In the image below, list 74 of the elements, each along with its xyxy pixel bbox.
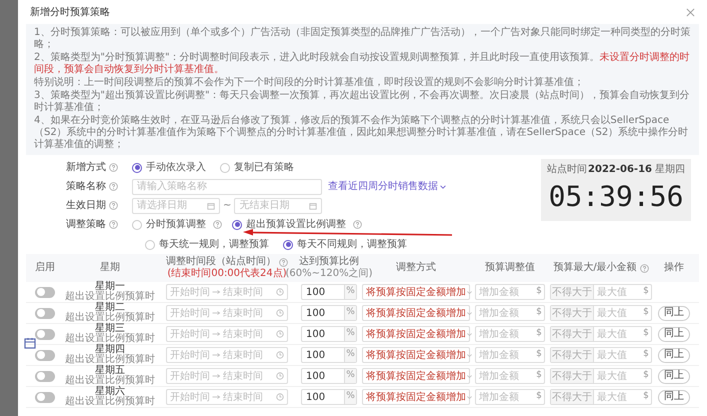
- weekday-label: 星期四: [95, 345, 125, 355]
- column-header: 星期: [100, 262, 120, 274]
- radio-label[interactable]: 分时预算调整: [146, 217, 206, 232]
- amount-field[interactable]: 增加金额 $: [475, 389, 545, 405]
- field-label: 策略名称: [66, 180, 106, 194]
- same-as-above-button[interactable]: 同上: [658, 306, 690, 320]
- amount-field[interactable]: 增加金额 $: [475, 368, 545, 384]
- weekday-label: 星期六: [95, 387, 125, 397]
- column-header: 预算调整值: [485, 262, 535, 274]
- amount-field[interactable]: 增加金额 $: [475, 284, 545, 300]
- column-header: 调整时间段（站点时间）: [166, 256, 276, 268]
- weekday-label: 星期五: [95, 366, 125, 376]
- max-amount-field[interactable]: 不得大于 最大值 $: [550, 347, 652, 363]
- weekday-note: 超出设置比例预算时: [65, 376, 155, 386]
- ratio-field[interactable]: 100 %: [301, 326, 357, 342]
- method-select[interactable]: 将预算按固定金额增加: [362, 389, 470, 405]
- clock-date: 2022-06-16: [588, 163, 652, 177]
- max-amount-field[interactable]: 不得大于 最大值 $: [550, 284, 652, 300]
- field-label: 调整策略: [66, 218, 106, 232]
- max-amount-field[interactable]: 不得大于 最大值 $: [550, 368, 652, 384]
- column-header: 操作: [664, 262, 684, 274]
- ratio-field[interactable]: 100 %: [301, 284, 357, 300]
- method-select[interactable]: 将预算按固定金额增加: [362, 284, 470, 300]
- method-select[interactable]: 将预算按固定金额增加: [362, 368, 470, 384]
- max-amount-field[interactable]: 不得大于 最大值 $: [550, 305, 652, 321]
- weekday-note: 超出设置比例预算时: [65, 313, 155, 323]
- clock-weekday: 星期四: [655, 162, 685, 177]
- field-label: 生效日期: [66, 198, 106, 213]
- column-header: 达到预算比例: [299, 256, 359, 268]
- dialog-title: 新增分时预算策略: [30, 6, 110, 20]
- amount-field[interactable]: 增加金额 $: [475, 326, 545, 342]
- name-input[interactable]: 请输入策略名称: [132, 178, 322, 194]
- weekday-note: 超出设置比例预算时: [65, 334, 155, 344]
- column-header: (60%~120%之间): [286, 268, 372, 280]
- max-amount-field[interactable]: 不得大于 最大值 $: [550, 326, 652, 342]
- notice-text: 1、分时预算策略：可以被应用到（单个或多个）广告活动（非固定预算类型的品牌推广广告活动），一个广告对象只能同时绑定一种同类型的分时策略；: [34, 27, 691, 51]
- same-as-above-button[interactable]: 同上: [658, 390, 690, 404]
- method-select[interactable]: 将预算按固定金额增加: [362, 305, 470, 321]
- notice-text: 特别说明：上一时间段调整后的预算不会作为下一个时间段的分时计算基准值，即时段设置的规则不会影响分时计算基准值；: [34, 77, 585, 89]
- date-separator: ~: [223, 199, 232, 213]
- column-header: 调整方式: [396, 262, 436, 274]
- notice-text: 3、策略类型为"超出预算设置比例调整"：每天只会调整一次预算，再次超出设置比例，不会再次调整。次日凌晨（站点时间），预算会自动恢复到分时计算基准值；: [34, 90, 691, 114]
- radio-label[interactable]: 每天不同规则，调整预算: [297, 237, 407, 252]
- clock-label: 站点时间: [547, 162, 587, 177]
- radio-label[interactable]: 复制已有策略: [234, 160, 294, 175]
- ratio-field[interactable]: 100 %: [301, 368, 357, 384]
- same-as-above-button[interactable]: 同上: [658, 368, 690, 384]
- radio-label[interactable]: 每天统一规则，调整预算: [159, 237, 269, 252]
- weekday-label: 星期三: [95, 324, 125, 334]
- same-as-above-button[interactable]: 同上: [658, 326, 690, 342]
- weekday-label: 星期一: [95, 282, 125, 292]
- ratio-field[interactable]: 100 %: [301, 305, 357, 321]
- column-header: (结束时间00:00代表24点): [167, 268, 287, 280]
- method-select[interactable]: 将预算按固定金额增加: [362, 347, 470, 363]
- radio-label[interactable]: 超出预算设置比例调整: [246, 217, 346, 232]
- weekday-note: 超出设置比例预算时: [65, 355, 155, 365]
- notice-text: 2、策略类型为"分时预算调整"：分时调整时间段表示，进入此时段就会自动按设置规则调整预算，并且此时段一直使用该预算。未设置分时调整的时间段，预算会自动恢复到分时计算基准值。: [34, 52, 691, 76]
- field-label: 新增方式: [66, 160, 106, 175]
- amount-field[interactable]: 增加金额 $: [475, 347, 545, 363]
- method-select[interactable]: 将预算按固定金额增加: [362, 326, 470, 342]
- weekday-note: 超出设置比例预算时: [65, 292, 155, 302]
- weekday-note: 超出设置比例预算时: [65, 397, 155, 407]
- ratio-field[interactable]: 100 %: [301, 347, 357, 363]
- weekday-label: 星期二: [95, 303, 125, 313]
- radio-label[interactable]: 手动依次录入: [146, 160, 206, 175]
- column-header: 预算最大/最小金额: [553, 262, 637, 274]
- ratio-field[interactable]: 100 %: [301, 389, 357, 405]
- amount-field[interactable]: 增加金额 $: [475, 305, 545, 321]
- data-link[interactable]: 查看近四周分时销售数据: [328, 179, 447, 194]
- notice-text: 4、如果在分时竞价策略生效时，在亚马逊后台修改了预算，修改后的预算不会作为策略下个调整点的分时计算基准值，系统只会以SellerSpace（S2）系统中的分时计算基准值作为策略下个调整点的分时计算基准值，因此如果想调整分时计算基准值，请在SellerSpace（S2）系统中操作分时计算基准值的调整；: [34, 115, 690, 151]
- column-header: 启用: [35, 262, 55, 274]
- clock-time: 05:39:56: [548, 179, 684, 215]
- max-amount-field[interactable]: 不得大于 最大值 $: [550, 389, 652, 405]
- same-as-above-button[interactable]: 同上: [658, 348, 690, 362]
